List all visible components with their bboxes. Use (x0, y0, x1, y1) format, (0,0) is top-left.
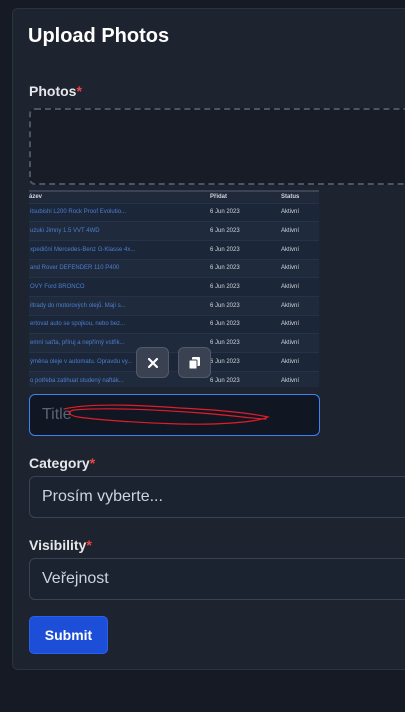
required-mark: * (89, 455, 96, 471)
category-select[interactable]: Prosím vyberte... (29, 476, 405, 518)
thumb-cell-status: Aktivní (281, 202, 319, 222)
thumb-cell-status: Aktivní (281, 314, 319, 334)
photos-label: Photos* (29, 83, 82, 99)
table-row: OVY Ford BRONCO 6 Jun 2023 Aktivní (29, 277, 319, 297)
thumb-cell-date: 6 Jun 2023 (210, 333, 281, 353)
thumb-cell-name: uzuki Jimny 1.5 VVT 4WD (29, 221, 210, 241)
thumb-cell-status: Aktivní (281, 221, 319, 241)
thumb-header-name: ázev (29, 190, 210, 203)
category-label-text: Category (29, 455, 90, 471)
thumb-cell-date: 6 Jun 2023 (210, 258, 281, 278)
thumb-header-status: Status (281, 190, 319, 203)
thumb-cell-date: 6 Jun 2023 (210, 352, 281, 372)
photos-label-text: Photos (29, 83, 77, 99)
thumb-cell-date: 6 Jun 2023 (210, 295, 281, 316)
thumb-cell-status: Aktivní (281, 333, 319, 353)
thumb-header-date: Přidat (210, 190, 281, 203)
close-icon (147, 357, 158, 368)
remove-photo-button[interactable] (136, 347, 169, 378)
visibility-select-value: Veřejnost (42, 570, 109, 587)
thumb-cell-status: Aktivní (281, 370, 319, 387)
thumb-cell-status: Aktivní (281, 277, 319, 297)
table-row: and Rover DEFENDER 110 P400 6 Jun 2023 Akt… (29, 258, 319, 278)
copy-photo-button[interactable] (178, 347, 211, 378)
thumb-cell-name: ertovat auto se spojkou, nebo bez... (29, 314, 210, 334)
table-row: o potřeba zatihuat studený nafták... 6 Ju… (29, 370, 319, 387)
thumb-cell-date: 6 Jun 2023 (210, 221, 281, 241)
submit-button[interactable]: Submit (29, 616, 108, 654)
thumb-cell-date: 6 Jun 2023 (210, 314, 281, 334)
thumb-cell-date: 6 Jun 2023 (210, 202, 281, 222)
visibility-label-text: Visibility (29, 537, 87, 553)
category-label: Category* (29, 455, 95, 471)
thumb-cell-date: 6 Jun 2023 (210, 239, 281, 260)
thumb-cell-name: OVY Ford BRONCO (29, 277, 210, 297)
photo-thumbnail: ázev Přidat Status itsubishi L200 Rock P… (29, 190, 319, 387)
thumb-cell-name: and Rover DEFENDER 110 P400 (29, 258, 210, 278)
thumb-cell-status: Aktivní (281, 295, 319, 316)
thumb-cell-name: xpediční Mercedes-Benz G-Klasse 4x... (29, 239, 210, 260)
category-select-value: Prosím vyberte... (42, 488, 163, 505)
table-row: itsubishi L200 Rock Proof Evolutio... 6 J… (29, 202, 319, 222)
title-input-wrapper (29, 394, 320, 436)
visibility-select[interactable]: Veřejnost (29, 558, 405, 600)
photo-dropzone[interactable] (29, 108, 405, 185)
table-row: xpediční Mercedes-Benz G-Klasse 4x... 6 J… (29, 239, 319, 260)
table-row: emní saťta, příruj a nepřímý vstřik... 6 … (29, 333, 319, 353)
thumb-cell-status: Aktivní (281, 352, 319, 372)
table-row: uzuki Jimny 1.5 VVT 4WD 6 Jun 2023 Aktivní (29, 221, 319, 241)
table-row: iltrady do motorových olejů. Mají s... 6 … (29, 295, 319, 316)
thumb-cell-name: iltrady do motorových olejů. Mají s... (29, 295, 210, 316)
thumb-cell-status: Aktivní (281, 239, 319, 260)
thumb-cell-date: 6 Jun 2023 (210, 370, 281, 387)
thumbnail-table: ázev Přidat Status itsubishi L200 Rock P… (29, 190, 319, 387)
title-input[interactable] (30, 395, 319, 435)
visibility-label: Visibility* (29, 537, 92, 553)
table-row: ertovat auto se spojkou, nebo bez... 6 Ju… (29, 314, 319, 334)
thumb-cell-name: itsubishi L200 Rock Proof Evolutio... (29, 202, 210, 222)
page-title: Upload Photos (28, 25, 170, 47)
thumb-cell-date: 6 Jun 2023 (210, 277, 281, 297)
copy-icon (188, 356, 200, 369)
thumb-cell-status: Aktivní (281, 258, 319, 278)
table-row: ýměna oleje v automatu. Opravdu vy... 6 J… (29, 352, 319, 372)
required-mark: * (86, 537, 92, 553)
required-mark: * (76, 83, 82, 99)
